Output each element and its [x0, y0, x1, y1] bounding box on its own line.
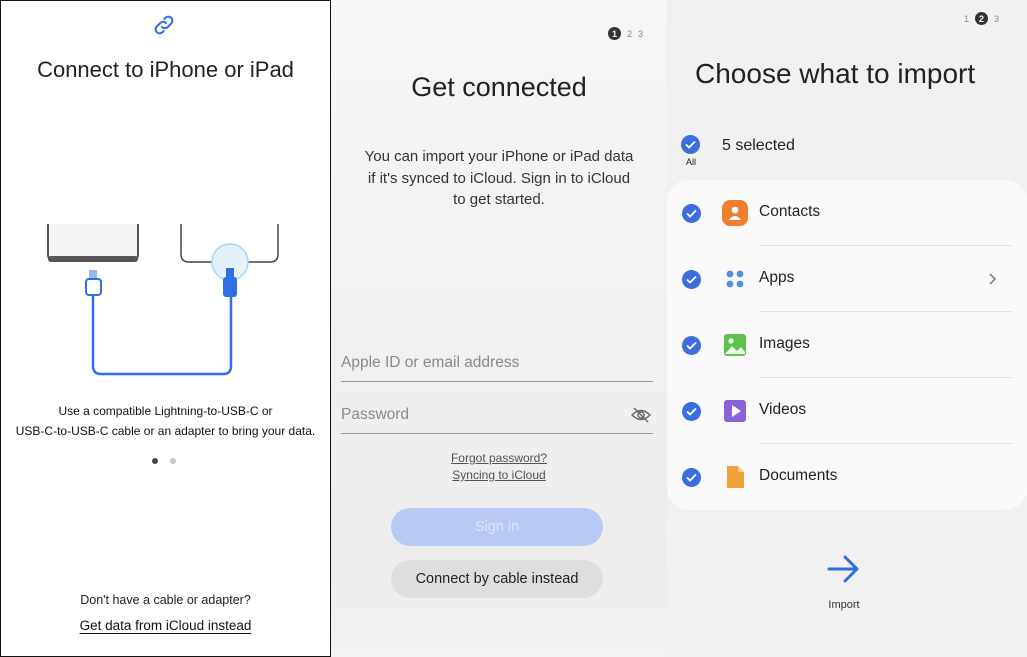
images-icon — [724, 334, 746, 356]
icloud-instead-link[interactable]: Get data from iCloud instead — [1, 618, 330, 633]
item-label: Documents — [759, 467, 838, 484]
select-all-checkbox[interactable]: All — [681, 135, 701, 167]
contacts-icon — [722, 200, 748, 226]
videos-icon — [724, 400, 746, 422]
list-item-images[interactable]: Images — [667, 312, 1027, 378]
import-list: Contacts Apps Images Videos Documents — [667, 180, 1027, 510]
step: 3 — [638, 28, 644, 39]
check-icon[interactable] — [682, 468, 701, 487]
link-icon — [154, 15, 174, 35]
caption-line: Use a compatible Lightning-to-USB-C or — [58, 404, 273, 418]
step-indicator: 1 2 3 — [964, 12, 999, 25]
get-connected-screen: 1 2 3 Get connected You can import your … — [331, 0, 667, 657]
list-item-documents[interactable]: Documents — [667, 444, 1027, 510]
list-item-apps[interactable]: Apps — [667, 246, 1027, 312]
check-icon[interactable] — [682, 204, 701, 223]
caption-line: USB-C-to-USB-C cable or an adapter to br… — [15, 424, 316, 438]
list-item-videos[interactable]: Videos — [667, 378, 1027, 444]
step: 3 — [994, 13, 1000, 24]
forgot-password-link[interactable]: Forgot password? — [331, 451, 667, 465]
cable-instructions: Use a compatible Lightning-to-USB-C or U… — [1, 401, 330, 441]
no-cable-question: Don't have a cable or adapter? — [80, 593, 251, 607]
check-icon[interactable] — [682, 336, 701, 355]
import-button[interactable]: Import — [809, 552, 879, 611]
apple-id-field[interactable] — [341, 345, 653, 382]
choose-import-screen: 1 2 3 Choose what to import All 5 select… — [667, 0, 1027, 657]
item-label: Contacts — [759, 203, 821, 220]
page-title: Get connected — [411, 72, 587, 102]
connect-iphone-screen: Connect to iPhone or iPad Use a compatib… — [0, 0, 331, 657]
check-icon[interactable] — [682, 402, 701, 421]
page-dot-active — [152, 458, 158, 464]
page-title: Choose what to import — [695, 58, 976, 89]
step-indicator: 1 2 3 — [608, 27, 643, 40]
check-icon[interactable] — [682, 270, 701, 289]
cable-illustration — [47, 224, 279, 376]
selected-count: 5 selected — [722, 137, 795, 154]
syncing-icloud-link[interactable]: Syncing to iCloud — [331, 468, 667, 482]
chevron-right-icon[interactable] — [988, 272, 997, 286]
arrow-right-icon — [827, 555, 859, 583]
step-current: 2 — [975, 12, 989, 25]
step: 2 — [627, 28, 633, 39]
password-field[interactable] — [341, 397, 653, 434]
sign-in-button[interactable]: Sign in — [391, 508, 603, 546]
item-label: Videos — [759, 401, 807, 418]
check-icon — [681, 135, 700, 154]
apps-icon — [726, 270, 744, 288]
import-label: Import — [828, 599, 860, 611]
apple-id-input[interactable] — [341, 345, 653, 381]
step: 1 — [964, 13, 970, 24]
connect-cable-button[interactable]: Connect by cable instead — [391, 560, 603, 598]
item-label: Images — [759, 335, 810, 352]
page-title: Connect to iPhone or iPad — [37, 57, 294, 82]
list-item-contacts[interactable]: Contacts — [667, 180, 1027, 246]
all-label: All — [685, 157, 696, 167]
documents-icon — [727, 466, 744, 488]
password-input[interactable] — [341, 397, 653, 433]
hide-password-icon[interactable] — [631, 406, 651, 424]
page-dot — [170, 458, 176, 464]
description: You can import your iPhone or iPad data … — [364, 148, 634, 208]
item-label: Apps — [759, 269, 795, 286]
step-current: 1 — [608, 27, 621, 40]
